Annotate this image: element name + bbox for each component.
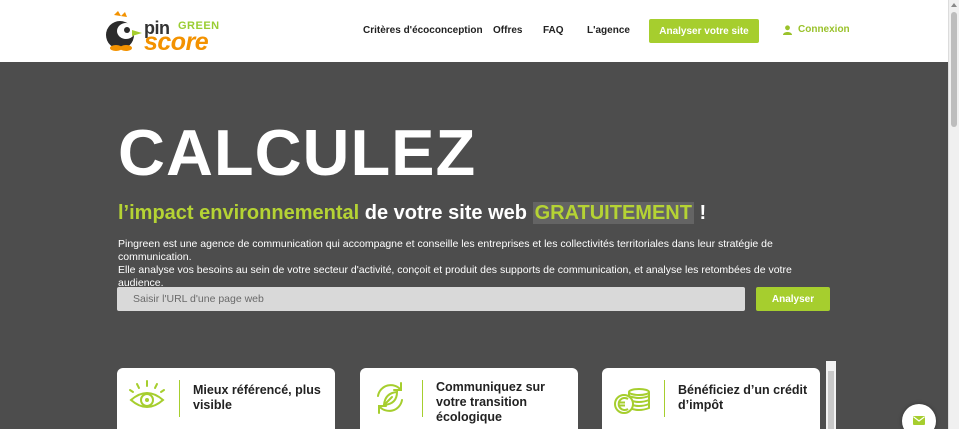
subtitle-text: de votre site web xyxy=(359,202,533,224)
nav-criteres-ecoconception[interactable]: Critères d'écoconception xyxy=(363,25,483,36)
hero-title: CALCULEZ xyxy=(118,116,477,189)
hero-description: Pingreen est une agence de communication… xyxy=(118,238,838,290)
card-title: Communiquez sur votre transition écologi… xyxy=(436,380,545,425)
scroll-up-arrow-icon[interactable] xyxy=(951,3,957,7)
subtitle-highlight-gratuitement: GRATUITEMENT xyxy=(532,202,694,224)
card-title-line: d’impôt xyxy=(678,398,724,412)
card-title-line: Communiquez sur xyxy=(436,380,546,394)
penguin-icon xyxy=(106,11,142,51)
cards-scrollbar[interactable] xyxy=(826,361,836,429)
analyser-button[interactable]: Analyser xyxy=(756,287,830,311)
card-title-line: visible xyxy=(193,398,232,412)
nav-offres[interactable]: Offres xyxy=(493,25,522,36)
euro-coins-icon xyxy=(614,388,650,414)
envelope-icon xyxy=(913,416,925,425)
page-scrollbar[interactable] xyxy=(948,0,959,429)
description-line-1: Pingreen est une agence de communication… xyxy=(118,238,773,263)
eye-icon xyxy=(129,380,165,408)
contact-chat-button[interactable] xyxy=(902,404,936,429)
site-header: pin GREEN score Critères d'écoconception… xyxy=(0,0,948,62)
card-divider xyxy=(179,380,180,417)
nav-faq[interactable]: FAQ xyxy=(543,25,564,36)
user-icon xyxy=(783,24,792,35)
nav-agence[interactable]: L'agence xyxy=(587,25,630,36)
card-transition-ecologique[interactable]: Communiquez sur votre transition écologi… xyxy=(360,368,578,429)
login-link[interactable]: Connexion xyxy=(783,24,850,35)
card-title: Bénéficiez d’un crédit d’impôt xyxy=(678,383,807,413)
subtitle-exclamation: ! xyxy=(693,202,707,224)
pingreen-score-logo[interactable]: pin GREEN score xyxy=(104,11,224,56)
recycle-leaf-icon xyxy=(377,382,403,414)
logo-text-score: score xyxy=(144,28,209,56)
card-divider xyxy=(422,380,423,417)
card-title: Mieux référencé, plus visible xyxy=(193,383,321,413)
card-title-line: écologique xyxy=(436,410,502,424)
hero-subtitle: l’impact environnemental de votre site w… xyxy=(118,202,706,225)
analyse-site-button[interactable]: Analyser votre site xyxy=(649,19,759,43)
scrollbar-thumb[interactable] xyxy=(951,12,957,127)
card-title-line: Mieux référencé, plus xyxy=(193,383,321,397)
card-title-line: votre transition xyxy=(436,395,527,409)
card-divider xyxy=(664,380,665,417)
card-referencement[interactable]: Mieux référencé, plus visible xyxy=(117,368,335,429)
card-credit-impot[interactable]: Bénéficiez d’un crédit d’impôt xyxy=(602,368,820,429)
url-input[interactable] xyxy=(117,287,745,311)
card-title-line: Bénéficiez d’un crédit xyxy=(678,383,808,397)
subtitle-highlight-impact: l’impact environnemental xyxy=(118,202,360,224)
cards-scrollbar-thumb[interactable] xyxy=(828,371,834,429)
login-label: Connexion xyxy=(798,24,850,35)
